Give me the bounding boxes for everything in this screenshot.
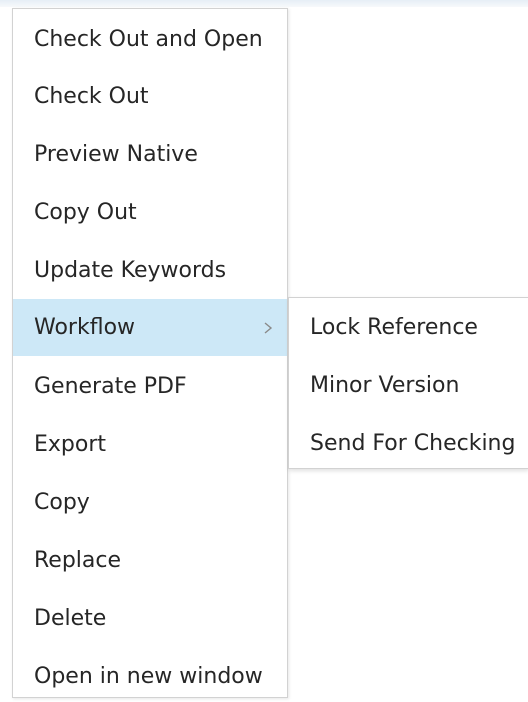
menu-item-workflow[interactable]: Workflow <box>13 299 287 356</box>
submenu-item-lock-reference[interactable]: Lock Reference <box>289 299 528 356</box>
menu-item-generate-pdf[interactable]: Generate PDF <box>13 358 287 415</box>
chevron-right-icon <box>264 321 273 334</box>
menu-item-check-out[interactable]: Check Out <box>13 68 287 125</box>
menu-item-update-keywords[interactable]: Update Keywords <box>13 242 287 299</box>
window-top-edge <box>0 0 528 7</box>
submenu-item-label: Minor Version <box>310 373 460 398</box>
menu-item-label: Check Out <box>34 84 149 109</box>
workflow-submenu: Lock Reference Minor Version Send For Ch… <box>288 297 528 469</box>
menu-item-check-out-and-open[interactable]: Check Out and Open <box>13 11 287 68</box>
menu-item-open-in-new-window[interactable]: Open in new window <box>13 648 287 702</box>
screen: Check Out and Open Check Out Preview Nat… <box>0 0 528 702</box>
submenu-item-label: Send For Checking <box>310 431 516 456</box>
menu-item-label: Replace <box>34 548 122 573</box>
submenu-item-minor-version[interactable]: Minor Version <box>289 357 528 414</box>
menu-item-label: Copy Out <box>34 200 137 225</box>
menu-item-label: Generate PDF <box>34 374 187 399</box>
menu-item-export[interactable]: Export <box>13 416 287 473</box>
menu-item-label: Delete <box>34 606 107 631</box>
menu-item-label: Export <box>34 432 107 457</box>
menu-item-copy-out[interactable]: Copy Out <box>13 184 287 241</box>
menu-item-label: Open in new window <box>34 664 263 689</box>
menu-item-delete[interactable]: Delete <box>13 590 287 647</box>
submenu-item-label: Lock Reference <box>310 315 478 340</box>
menu-item-label: Check Out and Open <box>34 27 263 52</box>
context-menu: Check Out and Open Check Out Preview Nat… <box>12 8 288 698</box>
menu-item-preview-native[interactable]: Preview Native <box>13 126 287 183</box>
menu-item-label: Preview Native <box>34 142 198 167</box>
menu-item-copy[interactable]: Copy <box>13 474 287 531</box>
menu-item-label: Update Keywords <box>34 258 227 283</box>
menu-item-replace[interactable]: Replace <box>13 532 287 589</box>
submenu-item-send-for-checking[interactable]: Send For Checking <box>289 415 528 468</box>
menu-item-label: Copy <box>34 490 90 515</box>
menu-item-label: Workflow <box>34 315 136 340</box>
